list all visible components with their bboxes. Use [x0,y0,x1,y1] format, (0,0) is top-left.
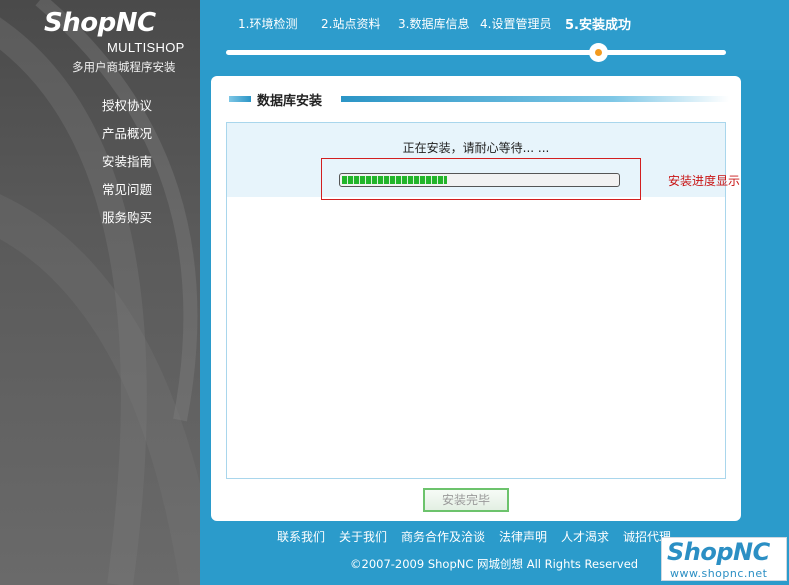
sidebar-item-faq[interactable]: 常见问题 [0,180,200,208]
logo-wordmark: ShopNC [44,8,156,38]
copyright: ©2007-2009 ShopNC 网城创想 All Rights Reserv… [350,557,639,571]
sidebar: ShopNC MULTISHOP 多用户商城程序安装 授权协议 产品概况 安装指… [0,0,200,585]
install-progress-fill [342,176,447,184]
header-bar-right [341,96,729,102]
main-panel: 数据库安装 正在安装，请耐心等待... ... 安装进度显示 安装完毕 [211,76,741,521]
progress-annotation: 安装进度显示 [668,174,741,188]
progress-highlight-box [321,158,641,200]
footer-link-about[interactable]: 关于我们 [339,528,387,545]
corner-logo-url: www.shopnc.net [670,567,768,580]
step-admin-setup: 4.设置管理员 [480,17,552,31]
panel-header: 数据库安装 [229,90,729,110]
install-steps: 1.环境检测 2.站点资料 3.数据库信息 4.设置管理员 5.安装成功 [200,0,789,70]
corner-logo[interactable]: ShopNC www.shopnc.net [661,537,787,581]
step-progress-track [226,50,726,55]
sidebar-item-install-guide[interactable]: 安装指南 [0,152,200,180]
step-progress-indicator [589,43,608,62]
install-content-box: 正在安装，请耐心等待... ... [226,122,726,479]
step-site-info: 2.站点资料 [321,17,381,31]
install-progress-bar [339,173,620,187]
step-install-success: 5.安装成功 [565,18,631,33]
install-message: 正在安装，请耐心等待... ... [402,141,550,155]
sidebar-item-purchase[interactable]: 服务购买 [0,208,200,236]
sidebar-item-license[interactable]: 授权协议 [0,96,200,124]
finish-button[interactable]: 安装完毕 [423,488,509,512]
footer-link-legal[interactable]: 法律声明 [499,528,547,545]
panel-title: 数据库安装 [257,94,323,109]
header-bar-left [229,96,251,102]
logo-subtitle-cn: 多用户商城程序安装 [72,60,176,74]
sidebar-item-overview[interactable]: 产品概况 [0,124,200,152]
footer-link-contact[interactable]: 联系我们 [277,528,325,545]
step-env-check: 1.环境检测 [238,17,298,31]
footer-link-careers[interactable]: 人才渴求 [561,528,609,545]
logo-subtitle-en: MULTISHOP [107,40,185,55]
step-db-info: 3.数据库信息 [398,17,470,31]
corner-logo-name: ShopNC [667,538,770,566]
sidebar-swoosh-decoration [0,0,200,585]
current-step-dot-icon [595,49,602,56]
brand-logo: ShopNC MULTISHOP 多用户商城程序安装 [0,8,200,78]
sidebar-nav: 授权协议 产品概况 安装指南 常见问题 服务购买 [0,96,200,236]
footer-link-business[interactable]: 商务合作及洽谈 [401,528,485,545]
